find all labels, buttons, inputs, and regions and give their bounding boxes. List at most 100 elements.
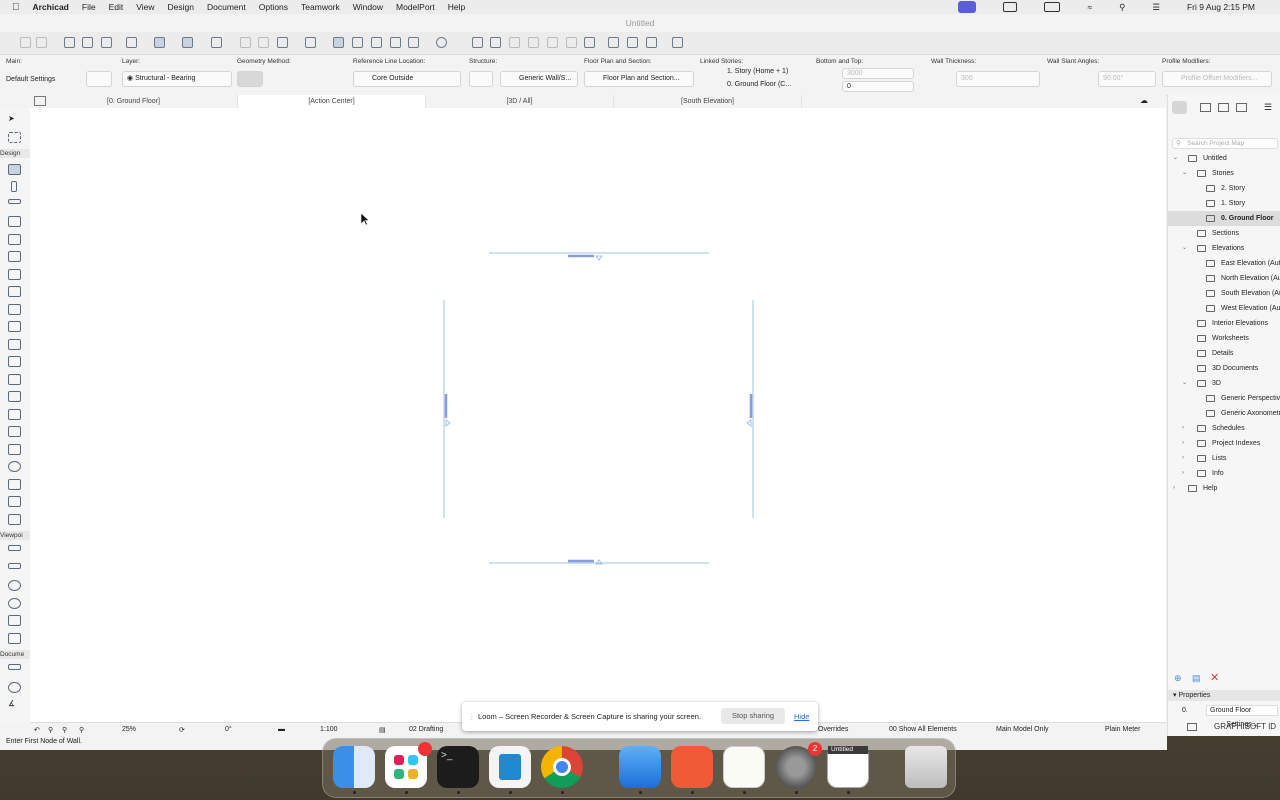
tab-south-elevation[interactable]: [South Elevation] <box>614 95 802 108</box>
profile-select[interactable]: Profile Offset Modifiers... <box>1162 71 1272 87</box>
project-map-item[interactable]: ⌄ Elevations <box>1168 241 1280 256</box>
intersect-icon[interactable] <box>509 37 520 48</box>
partial-structure-icon[interactable] <box>436 37 447 48</box>
menu-design[interactable]: Design <box>168 2 194 12</box>
arrow-tool-icon[interactable]: ➤ <box>8 114 21 125</box>
bim-cloud-icon[interactable] <box>672 37 683 48</box>
hide-button[interactable]: Hide <box>794 712 809 721</box>
rotate-icon[interactable]: ⟳ <box>179 726 185 734</box>
slab-tool-icon[interactable] <box>8 216 21 227</box>
project-map-item[interactable]: ⌄ 3D <box>1168 376 1280 391</box>
object-tool-icon[interactable] <box>8 444 21 455</box>
marquee-tool-icon[interactable] <box>8 132 21 143</box>
favorites-button[interactable] <box>86 71 112 87</box>
navigator-menu-icon[interactable]: ☰ <box>1264 102 1272 113</box>
geometry-rect-button[interactable] <box>322 71 348 87</box>
loom-status-icon[interactable] <box>958 1 977 13</box>
finder-icon[interactable] <box>333 746 375 788</box>
tab-ground-floor-plan[interactable]: [0. Ground Floor] <box>30 95 238 108</box>
clock[interactable]: Fri 9 Aug 2:15 PM <box>1187 2 1255 12</box>
chevron-down-icon[interactable]: ⌄ <box>1182 166 1187 181</box>
tab-3d-all[interactable]: [3D / All] <box>426 95 614 108</box>
refline-select[interactable]: Core Outside <box>353 71 461 87</box>
publish-icon[interactable] <box>627 37 638 48</box>
drag-handle-icon[interactable]: ⋮ <box>468 712 476 721</box>
delete-view-icon[interactable]: ✕ <box>1210 671 1219 684</box>
floor-plan-canvas[interactable] <box>30 108 1166 722</box>
archicad-icon[interactable]: Untitled <box>827 746 869 788</box>
apple-icon[interactable]:  <box>12 2 20 13</box>
toolbox-layout-icon[interactable] <box>34 96 46 106</box>
project-map-item[interactable]: › Schedules <box>1168 421 1280 436</box>
snap-icon[interactable] <box>154 37 165 48</box>
menu-view[interactable]: View <box>136 2 154 12</box>
guide-line-icon[interactable] <box>126 37 137 48</box>
screen-icon[interactable] <box>1003 2 1018 12</box>
slant-field[interactable]: 90.00° <box>1098 71 1156 87</box>
trash-icon[interactable] <box>905 746 947 788</box>
properties-header[interactable]: ▾ Properties <box>1168 690 1280 701</box>
layer-combination-value[interactable]: 02 Drafting <box>409 726 443 733</box>
mesh-tool-icon[interactable] <box>8 409 21 420</box>
menu-modelport[interactable]: ModelPort <box>396 2 435 12</box>
chamfer-icon[interactable] <box>547 37 558 48</box>
thickness-field[interactable]: 300 <box>956 71 1040 87</box>
scale-value[interactable]: 1:100 <box>320 726 338 733</box>
redo-icon[interactable] <box>36 37 47 48</box>
geometry-curved-button[interactable] <box>266 71 292 87</box>
grid-icon[interactable] <box>211 37 222 48</box>
tab-menu-icon[interactable]: ☁ <box>1140 96 1148 105</box>
grid-snap-icon[interactable] <box>182 37 193 48</box>
undo-view-icon[interactable]: ↶ <box>34 726 40 734</box>
offset-icon[interactable] <box>566 37 577 48</box>
tab-action-center[interactable]: [Action Center] <box>238 95 426 108</box>
layer-select[interactable]: ◉ Structural - Bearing <box>122 71 232 87</box>
clone-view-icon[interactable]: ▤ <box>1192 673 1201 684</box>
menu-edit[interactable]: Edit <box>109 2 124 12</box>
curtain-icon[interactable] <box>584 37 595 48</box>
fillet-icon[interactable] <box>528 37 539 48</box>
chevron-right-icon[interactable]: › <box>1173 481 1175 496</box>
flag-icon[interactable] <box>608 37 619 48</box>
chevron-down-icon[interactable]: ⌄ <box>1182 241 1187 256</box>
geometry-straight-button[interactable] <box>237 71 263 87</box>
toolbox-document-section[interactable]: Docume <box>0 650 30 659</box>
project-map-item[interactable]: › Project Indexes <box>1168 436 1280 451</box>
project-map-item[interactable]: › Lists <box>1168 451 1280 466</box>
spotlight-icon[interactable]: ⚲ <box>1119 2 1125 13</box>
top-offset-field[interactable]: 3000 <box>842 68 914 79</box>
linked-bottom-story[interactable]: 0. Ground Floor (C... <box>727 81 791 88</box>
project-map-item[interactable]: North Elevation (Auto <box>1168 271 1280 286</box>
lock-icon[interactable] <box>305 37 316 48</box>
project-map-tab-icon[interactable] <box>1172 101 1187 114</box>
toolbox-design-section[interactable]: Design <box>0 149 30 158</box>
linked-top-story[interactable]: 1. Story (Home + 1) <box>727 68 788 75</box>
trace-icon[interactable] <box>352 37 363 48</box>
suspend-groups-icon[interactable] <box>333 37 344 48</box>
control-center-icon[interactable]: ☰ <box>1152 2 1160 13</box>
project-map-item[interactable]: 0. Ground Floor <box>1168 211 1280 226</box>
project-map-item[interactable]: Generic Axonometry <box>1168 406 1280 421</box>
chrome-icon[interactable] <box>541 746 583 788</box>
teamwork-icon[interactable] <box>646 37 657 48</box>
menu-options[interactable]: Options <box>259 2 288 12</box>
project-map-item[interactable]: Worksheets <box>1168 331 1280 346</box>
menu-app-name[interactable]: Archicad <box>33 2 69 12</box>
menu-help[interactable]: Help <box>448 2 465 12</box>
renovation-filter-value[interactable]: 00 Show All Elements <box>889 726 957 733</box>
publisher-tab-icon[interactable] <box>1236 103 1247 112</box>
morph-tool-icon[interactable] <box>8 479 21 490</box>
angle-dimension-tool-icon[interactable]: ∡ <box>8 699 21 710</box>
layer-icon[interactable] <box>277 37 288 48</box>
project-map-item[interactable]: East Elevation (Auto- <box>1168 256 1280 271</box>
structure-type-button[interactable] <box>469 71 493 87</box>
project-map-item[interactable]: 3D Documents <box>1168 361 1280 376</box>
project-map-search[interactable]: ⚲ Search Project Map <box>1172 138 1278 149</box>
chevron-down-icon[interactable]: ⌄ <box>1182 376 1187 391</box>
bottom-offset-field[interactable]: 0 <box>842 81 914 92</box>
vscode-icon[interactable] <box>489 746 531 788</box>
beam-tool-icon[interactable] <box>8 199 21 204</box>
interior-elevation-tool-icon[interactable] <box>8 580 21 591</box>
eyedropper-icon[interactable] <box>101 37 112 48</box>
adjust-icon[interactable] <box>490 37 501 48</box>
